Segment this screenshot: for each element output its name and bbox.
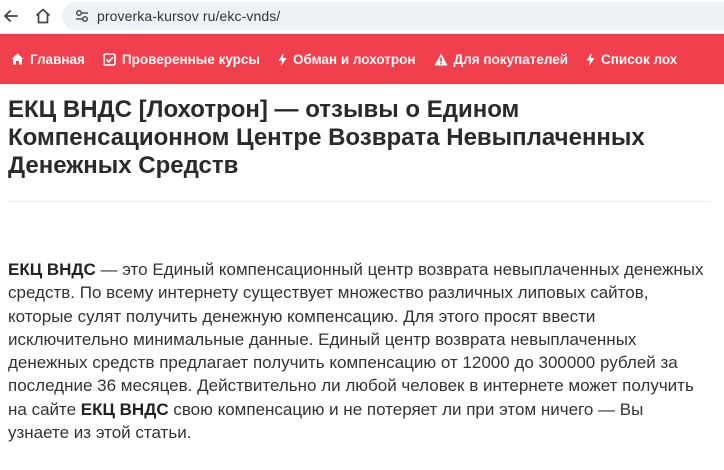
bolt-icon [278,52,287,66]
address-bar[interactable]: proverka-kursov ru/ekc-vnds/ [62,2,724,30]
browser-toolbar: proverka-kursov ru/ekc-vnds/ [0,0,724,34]
intro-bold-term: ЕКЦ ВНДС [8,260,96,279]
arrow-left-icon [4,10,18,22]
nav-item-verified-courses[interactable]: Проверенные курсы [103,52,260,67]
intro-bold-term: ЕКЦ ВНДС [80,399,169,419]
nav-item-label: Обман и лохотрон [292,51,416,67]
nav-item-label: Список лох [601,51,678,67]
warning-icon [434,53,448,66]
site-navigation: Главная Проверенные курсы Обман и лохотр… [0,34,724,84]
nav-item-scams[interactable]: Обман и лохотрон [278,52,416,67]
back-button[interactable] [0,3,24,29]
url-text: proverka-kursov ru/ekc-vnds/ [97,8,281,24]
intro-text: — это Единый компенсационный центр возвр… [8,260,704,419]
article-intro: ЕКЦ ВНДС — это Единый компенсационный це… [8,258,708,444]
home-icon [35,8,51,24]
bolt-icon [586,52,595,66]
check-square-icon [103,52,116,66]
home-icon [11,53,24,65]
divider [8,201,711,202]
nav-item-label: Проверенные курсы [121,51,260,67]
nav-item-buyers[interactable]: Для покупателей [434,52,568,67]
site-info-icon[interactable] [74,8,90,24]
nav-item-label: Главная [30,51,85,67]
home-button[interactable] [30,3,56,29]
nav-item-scam-list[interactable]: Список лох [586,52,677,67]
nav-item-label: Для покупателей [453,51,569,67]
nav-item-home[interactable]: Главная [11,52,85,67]
page-title: ЕКЦ ВНДС [Лохотрон] — отзывы о Едином Ко… [8,96,645,179]
